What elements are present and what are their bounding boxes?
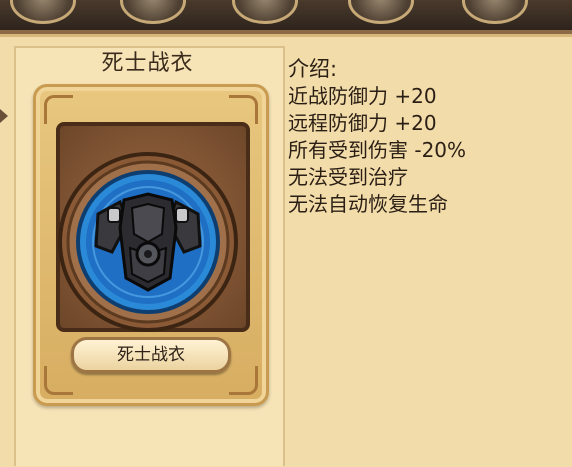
medallion-icon[interactable] xyxy=(462,0,528,24)
medallion-icon[interactable] xyxy=(10,0,76,24)
card-ornament xyxy=(44,95,73,124)
left-arrow-icon[interactable] xyxy=(0,109,8,123)
card-ornament xyxy=(44,366,73,395)
medallion-icon[interactable] xyxy=(232,0,298,24)
stat-line: 所有受到伤害 -20% xyxy=(288,138,467,162)
stat-line: 无法受到治疗 xyxy=(288,165,408,189)
item-description: 介绍: 近战防御力 +20 远程防御力 +20 所有受到伤害 -20% 无法受到… xyxy=(288,56,558,218)
chest-armor-icon xyxy=(58,152,238,332)
description-heading: 介绍: xyxy=(288,57,338,81)
medallion-icon[interactable] xyxy=(120,0,186,24)
card-ornament xyxy=(229,366,258,395)
medallion-icon[interactable] xyxy=(348,0,414,24)
stat-line: 远程防御力 +20 xyxy=(288,111,437,135)
card-name-plate: 死士战衣 xyxy=(71,337,231,373)
top-decorative-bar xyxy=(0,0,572,34)
card-ornament xyxy=(229,95,258,124)
item-title: 死士战衣 xyxy=(101,51,194,76)
stat-line: 无法自动恢复生命 xyxy=(288,192,448,216)
stat-line: 近战防御力 +20 xyxy=(288,84,437,108)
